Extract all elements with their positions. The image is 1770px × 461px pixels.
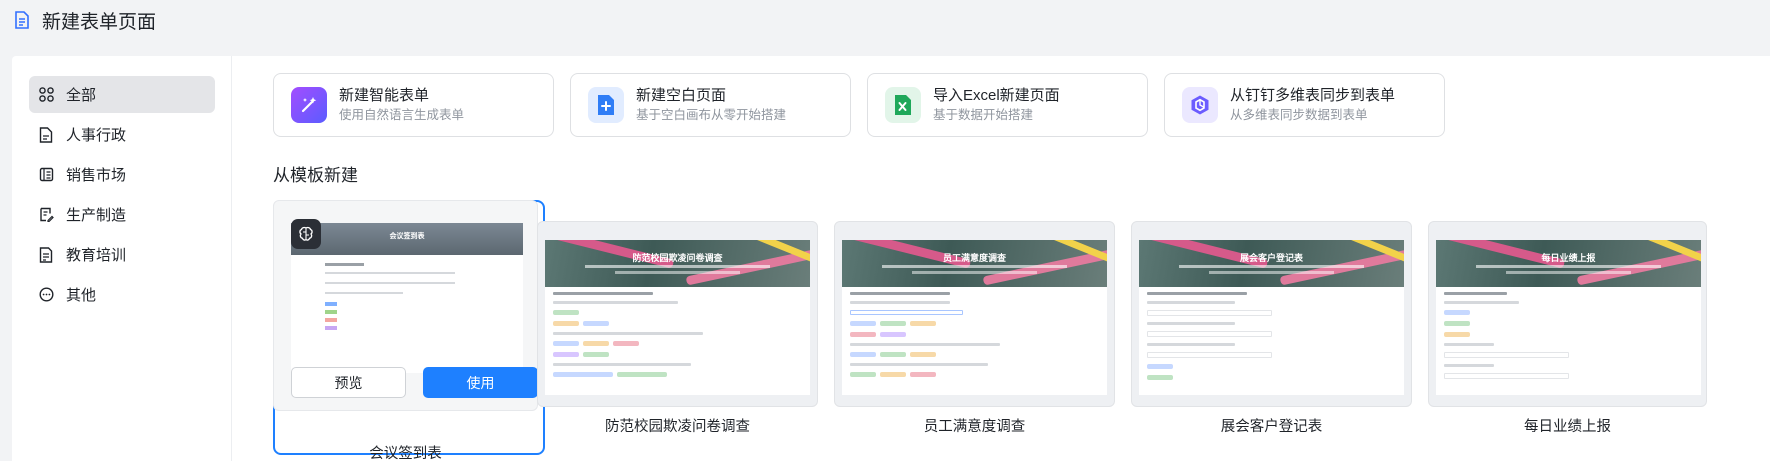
checklist-icon: [37, 246, 55, 264]
template-section-title: 从模板新建: [273, 166, 358, 185]
use-template-button[interactable]: 使用: [423, 367, 537, 398]
template-thumbnail: 员工满意度调查: [834, 221, 1115, 407]
sidebar-item-label: 销售市场: [66, 167, 127, 184]
document-icon: [12, 10, 32, 30]
template-name: 展会客户登记表: [1220, 419, 1323, 435]
template-banner-title: 会议签到表: [389, 233, 425, 240]
template-thumbnail: 会议签到表 预览 使用: [273, 200, 538, 411]
template-name: 会议签到表: [369, 446, 442, 461]
template-preview: 防范校园欺凌问卷调查: [545, 240, 810, 395]
template-banner: 每日业绩上报: [1436, 240, 1701, 287]
quick-action-subtitle: 基于数据开始搭建: [933, 108, 1034, 122]
sidebar-item-education[interactable]: 教育培训: [29, 236, 215, 273]
multidim-table-icon: [1182, 87, 1218, 123]
template-banner: 会议签到表: [291, 223, 523, 255]
quick-action-title: 导入Excel新建页面: [933, 87, 1060, 104]
quick-action-title: 新建空白页面: [636, 87, 727, 104]
template-thumbnail: 展会客户登记表: [1131, 221, 1412, 407]
top-bar: 新建表单页面: [0, 0, 1770, 40]
ai-brain-icon: [291, 219, 321, 249]
quick-action-subtitle: 使用自然语言生成表单: [339, 108, 465, 122]
template-name: 防范校园欺凌问卷调查: [605, 419, 750, 435]
template-preview: 每日业绩上报: [1436, 240, 1701, 395]
quick-action-title: 新建智能表单: [339, 87, 430, 104]
add-page-icon: [588, 87, 624, 123]
new-blank-page-button[interactable]: 新建空白页面 基于空白画布从零开始搭建: [570, 73, 851, 137]
more-circle-icon: [37, 286, 55, 304]
clipboard-edit-icon: [37, 206, 55, 224]
sidebar-item-label: 全部: [66, 87, 97, 104]
quick-action-title: 从钉钉多维表同步到表单: [1230, 87, 1396, 104]
sidebar-item-all[interactable]: 全部: [29, 76, 215, 113]
sidebar-item-label: 生产制造: [66, 207, 127, 224]
new-smart-form-button[interactable]: 新建智能表单 使用自然语言生成表单: [273, 73, 554, 137]
sidebar-item-other[interactable]: 其他: [29, 276, 215, 313]
sidebar-item-hr-admin[interactable]: 人事行政: [29, 116, 215, 153]
sidebar-item-manufacturing[interactable]: 生产制造: [29, 196, 215, 233]
document-icon: [37, 126, 55, 144]
template-preview: 展会客户登记表: [1139, 240, 1404, 395]
magic-wand-icon: [291, 87, 327, 123]
grid-icon: [37, 86, 55, 104]
template-banner-title: 展会客户登记表: [1239, 253, 1303, 263]
template-preview: 会议签到表: [291, 223, 523, 373]
sidebar-item-label: 人事行政: [66, 127, 127, 144]
template-banner-title: 防范校园欺凌问卷调查: [632, 253, 723, 263]
sidebar-item-sales-marketing[interactable]: 销售市场: [29, 156, 215, 193]
page-title: 新建表单页面: [42, 11, 157, 33]
quick-action-subtitle: 从多维表同步数据到表单: [1230, 108, 1368, 122]
ledger-icon: [37, 166, 55, 184]
category-sidebar: 全部 人事行政 销售市场 生产制造 教育培训 其他: [12, 56, 232, 461]
sidebar-item-label: 其他: [66, 287, 97, 304]
sidebar-item-label: 教育培训: [66, 247, 127, 264]
create-form-panel: 全部 人事行政 销售市场 生产制造 教育培训 其他 新建智能表单 使用自然语言生…: [12, 56, 1770, 461]
template-thumbnail: 防范校园欺凌问卷调查: [537, 221, 818, 407]
template-banner: 防范校园欺凌问卷调查: [545, 240, 810, 287]
template-preview: 员工满意度调查: [842, 240, 1107, 395]
template-banner: 展会客户登记表: [1139, 240, 1404, 287]
quick-action-subtitle: 基于空白画布从零开始搭建: [636, 108, 787, 122]
excel-icon: [885, 87, 921, 123]
template-name: 每日业绩上报: [1524, 419, 1611, 435]
preview-button[interactable]: 预览: [291, 367, 406, 398]
sync-dingtalk-table-button[interactable]: 从钉钉多维表同步到表单 从多维表同步数据到表单: [1164, 73, 1445, 137]
import-excel-button[interactable]: 导入Excel新建页面 基于数据开始搭建: [867, 73, 1148, 137]
template-name: 员工满意度调查: [923, 419, 1026, 435]
main-content: 新建智能表单 使用自然语言生成表单 新建空白页面 基于空白画布从零开始搭建 导入…: [233, 56, 1770, 461]
template-banner: 员工满意度调查: [842, 240, 1107, 287]
template-banner-title: 员工满意度调查: [942, 253, 1006, 263]
quick-actions: 新建智能表单 使用自然语言生成表单 新建空白页面 基于空白画布从零开始搭建 导入…: [273, 73, 1445, 137]
template-actions: 预览 使用: [291, 367, 537, 400]
template-thumbnail: 每日业绩上报: [1428, 221, 1707, 407]
template-banner-title: 每日业绩上报: [1541, 253, 1596, 263]
